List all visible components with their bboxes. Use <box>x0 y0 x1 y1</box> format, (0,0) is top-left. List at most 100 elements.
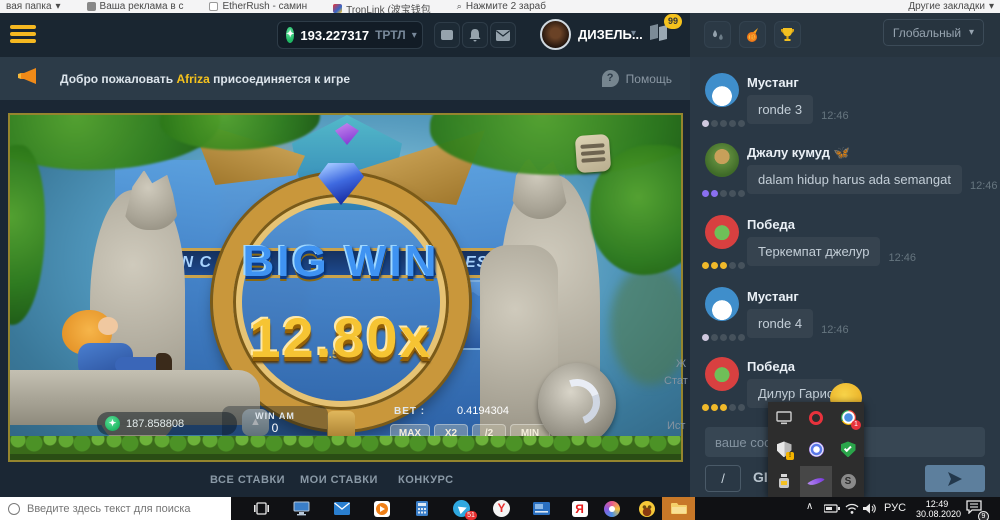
wifi-icon[interactable] <box>842 499 861 518</box>
tab-my-bets[interactable]: МОИ СТАВКИ <box>300 474 378 486</box>
bookmark-item[interactable]: ⌕Нажмите 2 зараб <box>457 1 546 12</box>
tray-antivirus-icon[interactable] <box>832 433 864 465</box>
background-bush <box>610 265 683 385</box>
avatar[interactable] <box>705 357 739 391</box>
action-center-button[interactable]: 9 <box>966 500 982 519</box>
language-indicator[interactable]: РУС <box>884 502 906 514</box>
envelope-icon <box>496 30 510 41</box>
rain-button[interactable] <box>704 21 731 48</box>
announcement-player-name: Afriza <box>176 72 209 86</box>
user-medals <box>702 120 745 127</box>
game-balance: ✦ 187.858808 <box>97 412 237 435</box>
avatar[interactable] <box>705 73 739 107</box>
menu-hamburger-button[interactable] <box>10 22 36 46</box>
announcement-bar: Добро пожаловать Afriza присоединяется к… <box>0 57 690 100</box>
coin-icon: ✦ <box>286 27 294 43</box>
currency-code: ТРТЛ <box>375 28 406 42</box>
emoji-app-button[interactable] <box>637 499 656 518</box>
notifications-button[interactable] <box>462 22 488 48</box>
telegram-app-button[interactable]: 51 <box>452 499 471 518</box>
card-app-button[interactable] <box>532 499 551 518</box>
wallet-button[interactable] <box>434 22 460 48</box>
bet-value: 0.4194304 <box>457 405 509 417</box>
tray-overflow-flyout: 1 ! S <box>768 402 864 497</box>
bookmark-folder[interactable]: вая папка▾ <box>6 1 61 12</box>
bet-label: BET : <box>394 406 425 417</box>
movies-app-button[interactable] <box>372 499 391 518</box>
chat-username[interactable]: Джалу кумуд 🦋 <box>747 145 850 161</box>
menu-lines-icon <box>580 143 604 149</box>
paint-app-button[interactable] <box>602 499 621 518</box>
clock-date: 30.08.2020 <box>916 509 958 519</box>
chevron-down-icon: ▾ <box>412 30 417 41</box>
tray-defender-icon[interactable]: ! <box>768 433 800 465</box>
tab-contest[interactable]: КОНКУРС <box>398 474 454 486</box>
notification-count-badge: 9 <box>978 511 989 520</box>
bookmark-favicon <box>87 2 96 11</box>
my-computer-button[interactable] <box>292 499 311 518</box>
avatar[interactable] <box>705 287 739 321</box>
tray-chevron[interactable]: ∧ <box>806 501 813 512</box>
browser-bookmarks-bar: вая папка▾ Ваша реклама в с EtherRush - … <box>0 0 1000 13</box>
help-button[interactable]: ? Помощь <box>602 70 672 87</box>
slot-game-frame[interactable]: 10.0 0.50 2.0 WIN C ESPIN BIG WIN 1 <box>8 113 683 462</box>
send-arrow-icon <box>947 472 963 486</box>
telegram-badge: 51 <box>465 511 477 520</box>
chat-message: Мустанг ronde 3 12:46 <box>702 73 994 139</box>
win-multiplier: 12.80x <box>203 305 479 370</box>
avatar[interactable] <box>705 143 739 177</box>
user-chevron-down-icon[interactable]: ▾ <box>631 28 636 39</box>
chat-username[interactable]: Мустанг <box>747 289 799 304</box>
volume-icon[interactable] <box>860 499 879 518</box>
other-bookmarks-button[interactable]: Другие закладки▾ <box>908 1 994 12</box>
balance-selector[interactable]: ✦ 193.227317 ТРТЛ ▾ <box>277 21 423 49</box>
chevron-down-icon: ▾ <box>969 27 974 38</box>
side-label: Стат <box>664 375 688 387</box>
taskbar-search[interactable] <box>0 497 231 520</box>
yandex-app-button[interactable]: Я <box>570 499 589 518</box>
spin-button[interactable] <box>538 363 616 445</box>
tray-media-icon[interactable] <box>800 433 832 465</box>
coin-drop-button[interactable]: ₿ <box>739 21 766 48</box>
chat-username[interactable]: Победа <box>747 359 795 374</box>
jungle-vine <box>8 145 45 325</box>
messages-count-badge: 99 <box>664 14 682 29</box>
wallet-icon <box>440 29 454 41</box>
chat-username[interactable]: Победа <box>747 217 795 232</box>
clock[interactable]: 12:49 30.08.2020 <box>916 499 958 519</box>
chat-time: 12:46 <box>888 252 916 266</box>
tray-app-icon[interactable] <box>768 466 800 497</box>
mail-app-button[interactable] <box>332 499 351 518</box>
tray-feather-icon[interactable] <box>800 466 832 497</box>
yandex-browser-button[interactable]: Y <box>492 499 511 518</box>
bookmark-item[interactable]: EtherRush - самин <box>209 1 307 12</box>
game-menu-button[interactable] <box>575 134 611 173</box>
spin-swirl-icon <box>546 371 607 432</box>
tray-opera-icon[interactable] <box>800 402 832 433</box>
leaderboard-button[interactable] <box>774 21 801 48</box>
file-explorer-button[interactable] <box>662 497 695 520</box>
bookmark-favicon <box>209 2 218 11</box>
send-message-button[interactable] <box>925 465 985 492</box>
calculator-app-button[interactable] <box>412 499 431 518</box>
game-balance-value: 187.858808 <box>126 418 184 430</box>
battery-icon[interactable] <box>822 499 841 518</box>
chat-commands-button[interactable]: / <box>705 465 741 492</box>
chat-channel-selector[interactable]: Глобальный ▾ <box>883 19 984 46</box>
mail-button[interactable] <box>490 22 516 48</box>
chat-time: 12:46 <box>970 180 998 194</box>
bookmark-item[interactable]: Ваша реклама в с <box>87 1 184 12</box>
tray-steam-icon[interactable]: S <box>832 466 864 497</box>
task-view-button[interactable] <box>252 499 271 518</box>
tray-browser-icon[interactable]: 1 <box>832 402 864 433</box>
user-medals <box>702 262 745 269</box>
search-input[interactable] <box>27 503 217 515</box>
user-avatar[interactable] <box>540 19 571 50</box>
tray-monitor-icon[interactable] <box>768 402 800 433</box>
tab-all-bets[interactable]: ВСЕ СТАВКИ <box>210 474 285 486</box>
win-amount-label: WIN AM <box>222 411 328 421</box>
bell-icon <box>469 29 481 42</box>
chat-username[interactable]: Мустанг <box>747 75 799 90</box>
avatar[interactable] <box>705 215 739 249</box>
chat-message: Мустанг ronde 4 12:46 <box>702 287 994 353</box>
